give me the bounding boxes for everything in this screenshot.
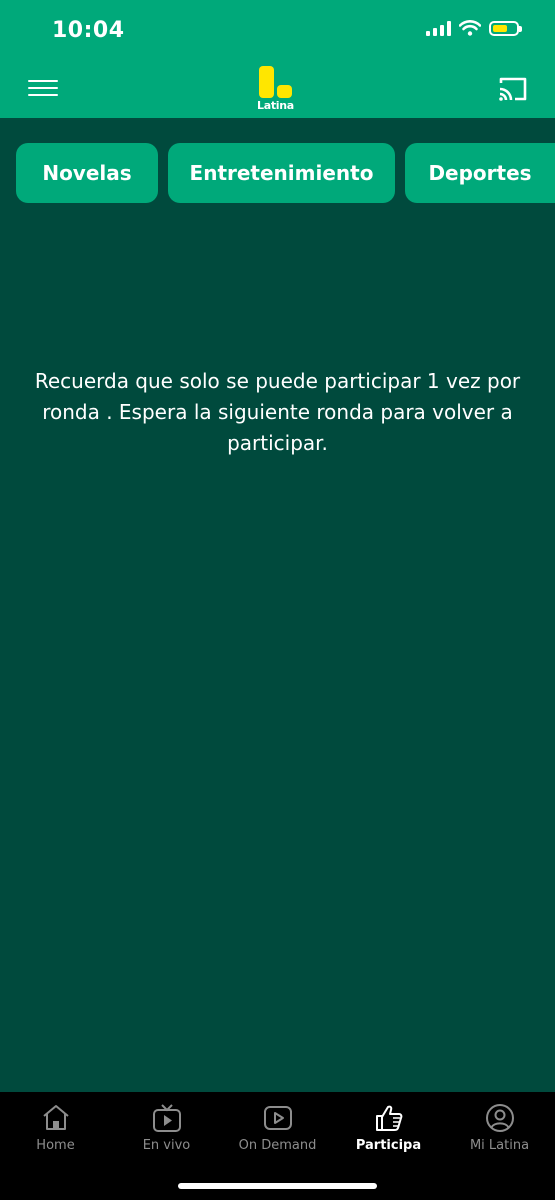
app-header: Latina bbox=[0, 60, 555, 118]
user-icon bbox=[485, 1104, 514, 1132]
tab-novelas[interactable]: Novelas bbox=[16, 143, 158, 203]
cast-icon[interactable] bbox=[497, 75, 529, 103]
category-tabs: Novelas Entretenimiento Deportes bbox=[0, 143, 555, 203]
nav-label-on-demand: On Demand bbox=[238, 1138, 317, 1153]
logo-text: Latina bbox=[257, 99, 294, 112]
battery-icon bbox=[489, 20, 522, 36]
nav-label-participa: Participa bbox=[355, 1138, 422, 1153]
status-bar: 10:04 bbox=[0, 0, 555, 60]
tv-icon bbox=[152, 1104, 181, 1132]
nav-item-on-demand[interactable]: On Demand bbox=[222, 1102, 333, 1153]
status-icons bbox=[426, 20, 522, 36]
nav-label-en-vivo: En vivo bbox=[142, 1138, 191, 1153]
nav-item-mi-latina[interactable]: Mi Latina bbox=[444, 1102, 555, 1153]
nav-label-mi-latina: Mi Latina bbox=[469, 1138, 530, 1153]
nav-item-home[interactable]: Home bbox=[0, 1102, 111, 1153]
nav-label-home: Home bbox=[36, 1138, 75, 1153]
participation-message: Recuerda que solo se puede participar 1 … bbox=[34, 369, 521, 455]
signal-icon bbox=[426, 20, 451, 36]
hamburger-icon[interactable] bbox=[28, 80, 58, 98]
home-indicator bbox=[178, 1183, 377, 1189]
home-icon bbox=[42, 1105, 69, 1130]
status-time: 10:04 bbox=[52, 18, 125, 43]
latina-logo: Latina bbox=[256, 66, 300, 114]
tab-entretenimiento[interactable]: Entretenimiento bbox=[168, 143, 395, 203]
wifi-icon bbox=[459, 20, 481, 36]
thumbs-up-icon bbox=[375, 1105, 402, 1131]
play-icon bbox=[263, 1106, 292, 1130]
nav-item-participa[interactable]: Participa bbox=[333, 1102, 444, 1153]
tab-deportes[interactable]: Deportes bbox=[405, 143, 555, 203]
nav-item-en-vivo[interactable]: En vivo bbox=[111, 1102, 222, 1153]
